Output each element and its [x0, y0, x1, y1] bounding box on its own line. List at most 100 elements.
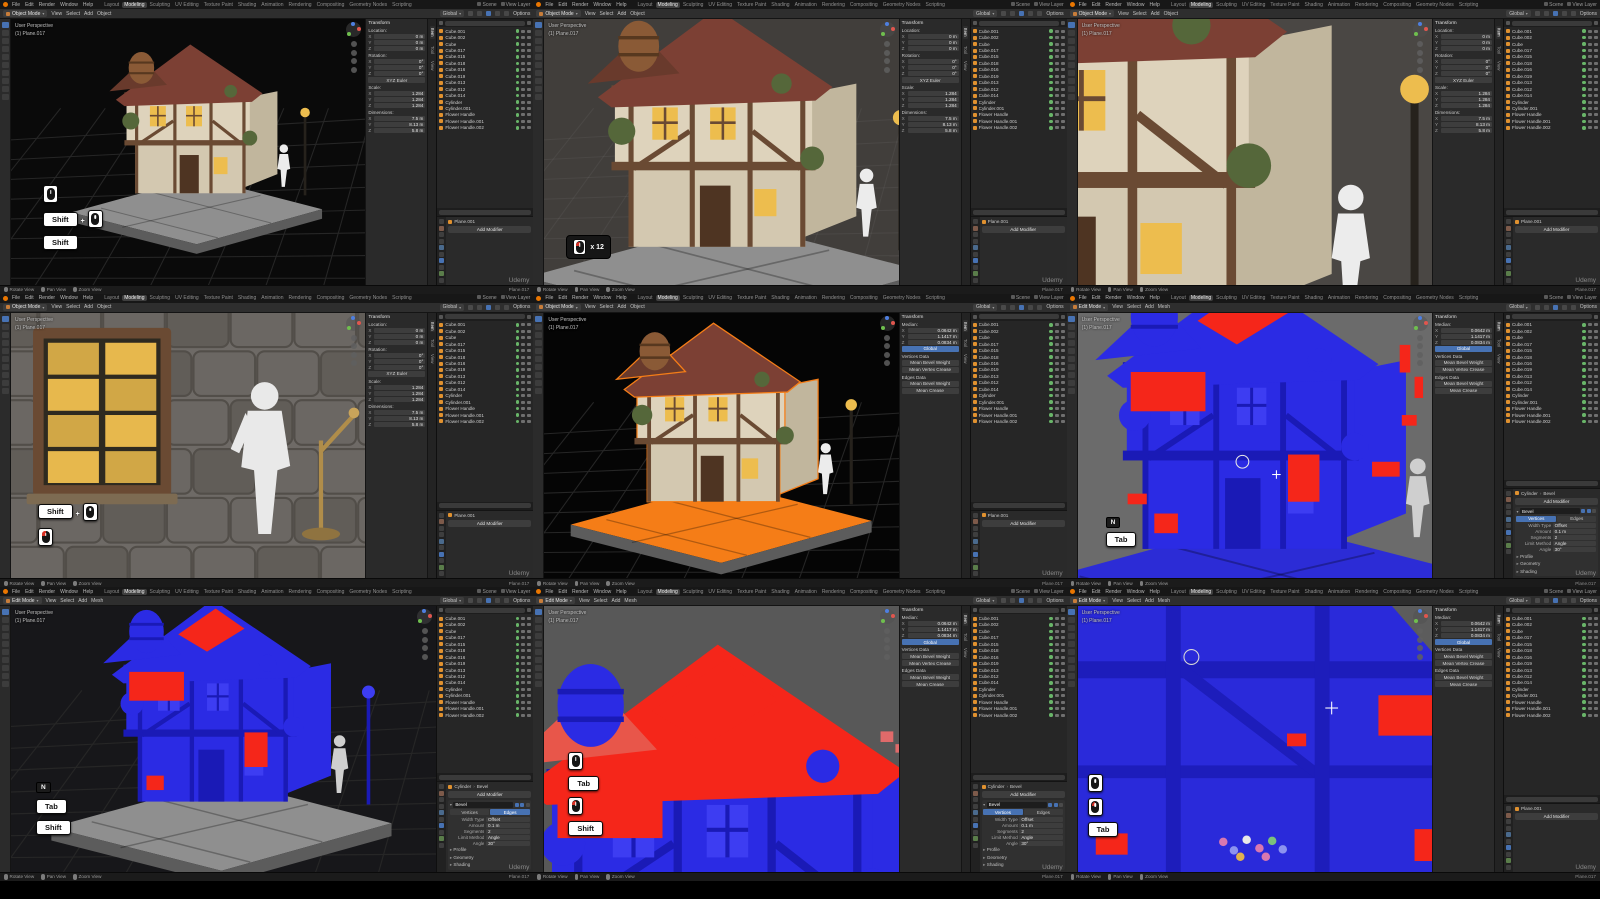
render-camera-icon[interactable]	[1594, 701, 1598, 704]
outliner-item[interactable]: Flower Handle.002	[973, 712, 1065, 718]
pan-tool-icon[interactable]	[422, 637, 428, 643]
tool-icon[interactable]	[535, 380, 542, 386]
outliner-item[interactable]: Flower Handle.002	[973, 125, 1065, 131]
render-camera-icon[interactable]	[527, 113, 531, 116]
app-menu-window[interactable]: Window	[59, 589, 79, 595]
app-menu-window[interactable]: Window	[59, 295, 79, 301]
global-toggle-button[interactable]: Global	[1435, 639, 1492, 645]
app-menu-file[interactable]: File	[11, 589, 21, 595]
camera-view-icon[interactable]	[351, 352, 357, 358]
render-camera-icon[interactable]	[527, 401, 531, 404]
sidebar-tab-item[interactable]: Item	[1496, 320, 1501, 333]
workspace-tab-scripting[interactable]: Scripting	[1457, 2, 1480, 8]
properties-tab-icon[interactable]	[1506, 252, 1511, 257]
outliner-search-input[interactable]	[1512, 314, 1592, 319]
render-camera-icon[interactable]	[1594, 649, 1598, 652]
workspace-tab-scripting[interactable]: Scripting	[390, 295, 413, 301]
mean-bevel-weight-field[interactable]: Mean Bevel Weight	[1435, 653, 1492, 659]
xray-toggle-icon[interactable]	[1562, 305, 1567, 310]
render-camera-icon[interactable]	[1594, 336, 1598, 339]
median-value-field[interactable]: 0.0834 m	[1441, 633, 1492, 638]
visibility-eye-icon[interactable]	[521, 401, 525, 404]
overlays-toggle-icon[interactable]	[1553, 11, 1558, 16]
visibility-eye-icon[interactable]	[521, 669, 525, 672]
snap-magnet-icon[interactable]	[468, 598, 473, 603]
visibility-eye-icon[interactable]	[521, 126, 525, 129]
visibility-eye-icon[interactable]	[521, 681, 525, 684]
setting-value-field[interactable]: Offset	[1019, 817, 1063, 822]
render-camera-icon[interactable]	[1594, 88, 1598, 91]
grid-toggle-icon[interactable]	[351, 67, 357, 73]
tool-icon[interactable]	[535, 348, 542, 354]
filter-options-icon[interactable]	[527, 21, 531, 25]
render-camera-icon[interactable]	[527, 617, 531, 620]
render-camera-icon[interactable]	[1061, 388, 1065, 391]
header-menu-select[interactable]: Select	[599, 304, 613, 310]
pan-tool-icon[interactable]	[1417, 637, 1423, 643]
tool-icon[interactable]	[2, 348, 9, 354]
median-value-field[interactable]: 0.0642 m	[908, 621, 959, 626]
xray-toggle-icon[interactable]	[495, 305, 500, 310]
tool-icon[interactable]	[535, 657, 542, 663]
viewport-3d[interactable]: User Perspective(1) Plane.017NTabShift	[11, 606, 436, 872]
add-modifier-button[interactable]: Add Modifier	[1515, 498, 1598, 505]
render-camera-icon[interactable]	[1061, 107, 1065, 110]
visibility-eye-icon[interactable]	[1055, 113, 1059, 116]
header-menu-select[interactable]: Select	[66, 11, 80, 17]
tool-icon[interactable]	[535, 625, 542, 631]
tool-icon[interactable]	[535, 86, 542, 92]
visibility-eye-icon[interactable]	[521, 43, 525, 46]
properties-tab-icon[interactable]	[439, 791, 444, 796]
visibility-eye-icon[interactable]	[1588, 68, 1592, 71]
render-camera-icon[interactable]	[527, 55, 531, 58]
properties-tab-icon[interactable]	[1506, 497, 1511, 502]
workspace-tab-texture-paint[interactable]: Texture Paint	[1268, 589, 1301, 595]
render-camera-icon[interactable]	[1061, 55, 1065, 58]
mean-crease-field[interactable]: Mean Crease	[902, 681, 959, 687]
visibility-eye-icon[interactable]	[1055, 707, 1059, 710]
tool-icon[interactable]	[2, 46, 9, 52]
properties-tab-icon[interactable]	[973, 539, 978, 544]
proportional-edit-icon[interactable]	[1544, 305, 1549, 310]
location-value-field[interactable]: 0 m	[374, 328, 425, 333]
properties-tab-icon[interactable]	[973, 519, 978, 524]
visibility-eye-icon[interactable]	[1055, 623, 1059, 626]
app-menu-edit[interactable]: Edit	[557, 295, 568, 301]
navigation-gizmo[interactable]	[1413, 316, 1428, 331]
view-layer-selector[interactable]: View Layer	[1567, 2, 1597, 8]
workspace-tab-layout[interactable]: Layout	[636, 2, 655, 8]
filter-icon[interactable]	[973, 608, 977, 612]
header-menu-view[interactable]: View	[1118, 11, 1129, 17]
workspace-tab-geometry-nodes[interactable]: Geometry Nodes	[1414, 589, 1456, 595]
outliner-search-input[interactable]	[445, 608, 525, 613]
mode-selector[interactable]: Edit Mode	[3, 597, 42, 604]
tool-icon[interactable]	[1068, 673, 1075, 679]
app-menu-window[interactable]: Window	[1126, 589, 1146, 595]
visibility-eye-icon[interactable]	[1588, 101, 1592, 104]
tool-icon[interactable]	[1068, 617, 1075, 623]
snap-magnet-icon[interactable]	[1001, 11, 1006, 16]
tool-icon[interactable]	[2, 22, 9, 28]
visibility-eye-icon[interactable]	[1055, 68, 1059, 71]
header-menu-mesh[interactable]: Mesh	[1158, 598, 1170, 604]
mean-crease-field[interactable]: Mean Crease	[1435, 681, 1492, 687]
dimension-value-field[interactable]: 8.13 m	[1441, 122, 1492, 127]
add-modifier-button[interactable]: Add Modifier	[982, 791, 1065, 798]
render-camera-icon[interactable]	[1594, 343, 1598, 346]
render-camera-icon[interactable]	[527, 669, 531, 672]
pan-tool-icon[interactable]	[884, 50, 890, 56]
workspace-tab-uv-editing[interactable]: UV Editing	[1240, 2, 1268, 8]
properties-tab-icon[interactable]	[1506, 845, 1511, 850]
tool-icon[interactable]	[535, 617, 542, 623]
header-menu-select[interactable]: Select	[594, 598, 608, 604]
location-value-field[interactable]: 0 m	[374, 46, 425, 51]
workspace-tab-sculpting[interactable]: Sculpting	[1214, 295, 1239, 301]
render-camera-icon[interactable]	[1061, 375, 1065, 378]
header-menu-mesh[interactable]: Mesh	[1158, 304, 1170, 310]
render-camera-icon[interactable]	[1594, 36, 1598, 39]
render-camera-icon[interactable]	[1061, 407, 1065, 410]
render-camera-icon[interactable]	[1594, 636, 1598, 639]
visibility-eye-icon[interactable]	[1588, 656, 1592, 659]
setting-value-field[interactable]: Offset	[486, 817, 530, 822]
app-menu-edit[interactable]: Edit	[24, 2, 35, 8]
